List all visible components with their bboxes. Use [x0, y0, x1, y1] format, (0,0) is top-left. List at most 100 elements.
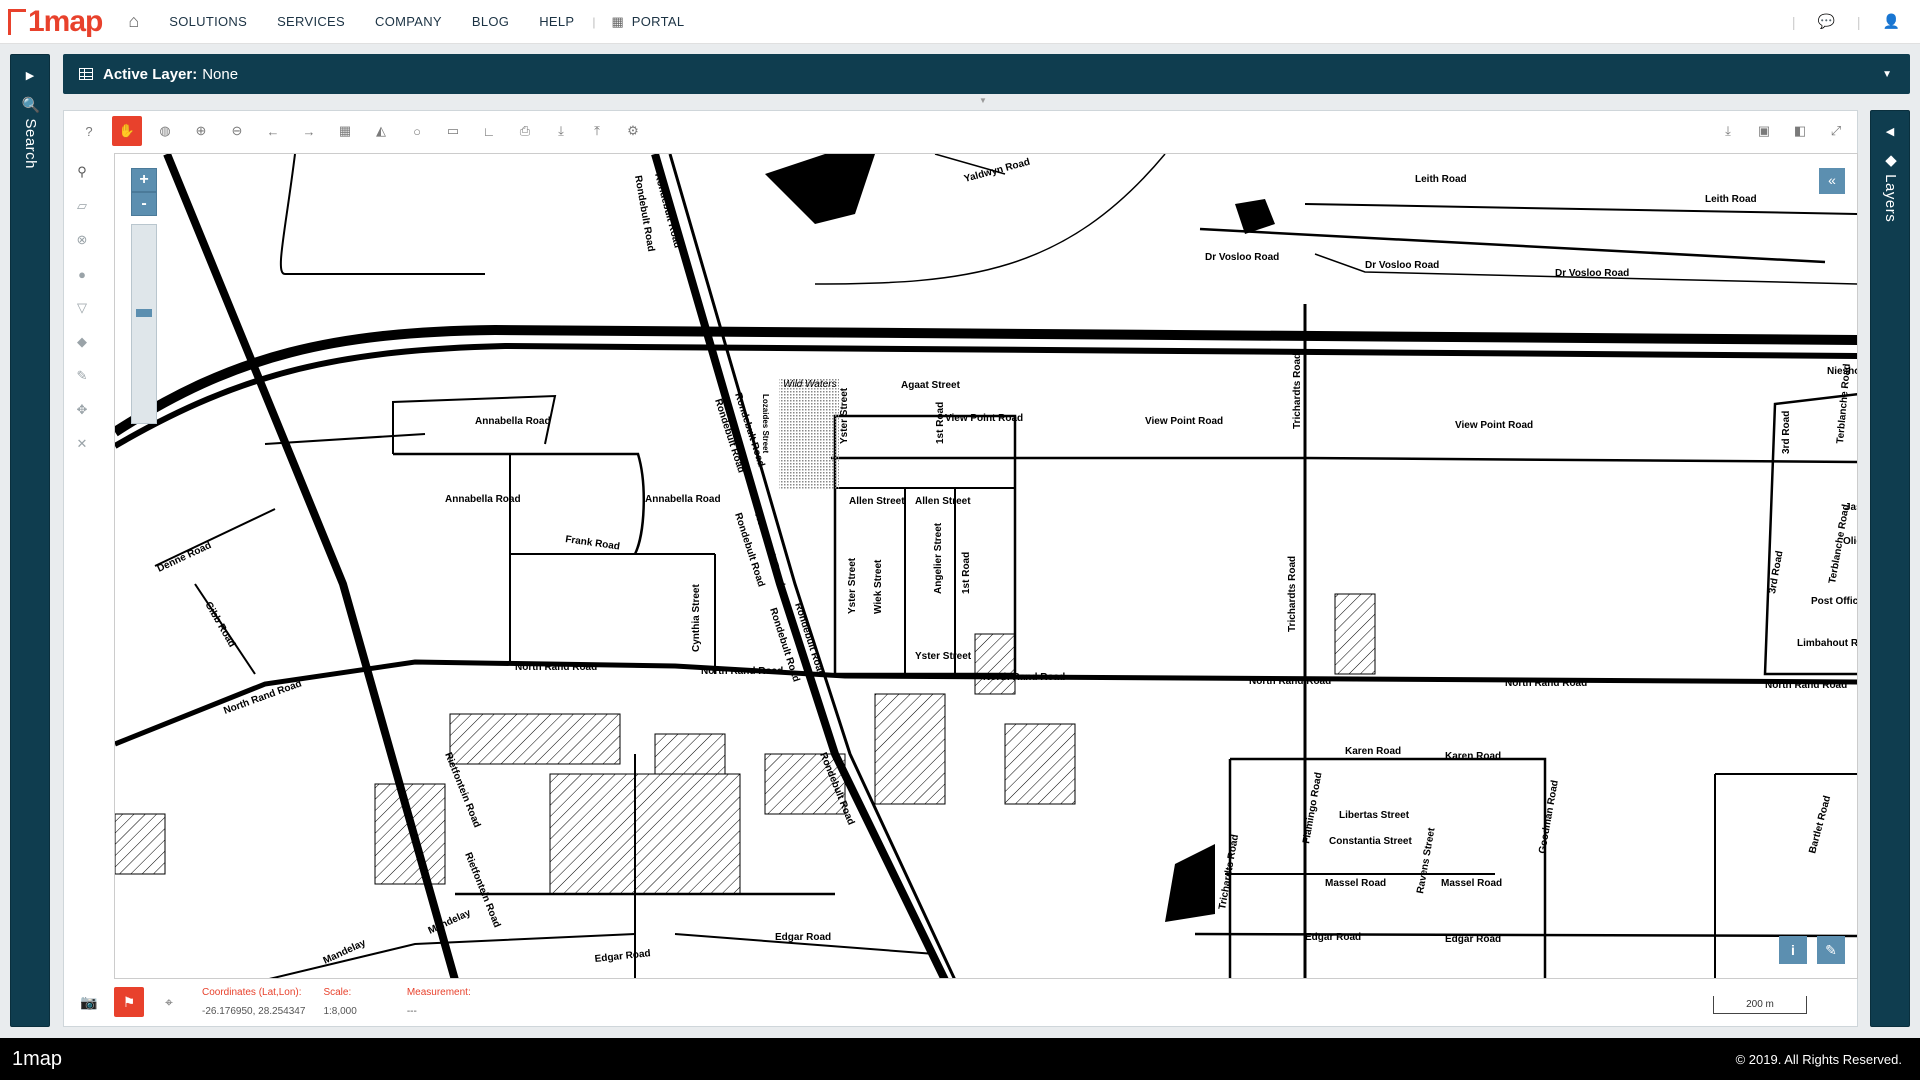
map-label: Annabella Road: [645, 494, 721, 505]
search-panel-toggle[interactable]: ▶ 🔍 Search: [10, 54, 50, 1027]
status-bar: 📷 ⚑ ⌖ Coordinates (Lat,Lon): -26.176950,…: [64, 978, 1857, 1026]
map-label: Annabella Road: [475, 416, 551, 427]
upload-icon[interactable]: ⤒: [584, 118, 610, 144]
active-layer-bar[interactable]: Active Layer: None ▼: [63, 54, 1910, 94]
draw-polygon-icon[interactable]: ▽: [69, 295, 95, 321]
nav-divider-right-2: |: [1856, 13, 1861, 30]
map-label: Allen Street: [849, 496, 905, 507]
map-label: North Rand Road: [701, 666, 783, 677]
map-frame: ? ✋ ◍ ⊕ ⊖ ← → ▦ ◭ ○ ▭ ∟ ⎙ ⤓ ⤒ ⚙ ⤓ ▣ ◧ ⤢ …: [63, 110, 1858, 1027]
layers-panel-label: ◆ Layers: [1882, 151, 1899, 223]
map-label: North Rand Road: [1505, 678, 1587, 689]
nav-help[interactable]: HELP: [539, 14, 574, 29]
settings-icon[interactable]: ⚙: [620, 118, 646, 144]
panel-drag-handle[interactable]: ▼: [979, 96, 987, 105]
zoom-out-icon[interactable]: ⊖: [224, 118, 250, 144]
home-icon[interactable]: ⌂: [128, 11, 139, 32]
active-layer-label: Active Layer:: [103, 65, 198, 83]
measurement-value: ---: [406, 1006, 417, 1017]
nav-solutions[interactable]: SOLUTIONS: [169, 14, 247, 29]
brand-logo[interactable]: 1map: [8, 2, 103, 42]
zoom-slider-thumb[interactable]: [136, 309, 152, 317]
map-label: Trichardts Road: [1287, 556, 1298, 632]
map-label: Wiek Street: [873, 559, 884, 614]
zoom-in-icon[interactable]: ⊕: [188, 118, 214, 144]
zoom-out-button[interactable]: -: [131, 192, 157, 216]
info-button[interactable]: i: [1779, 936, 1807, 964]
pan-hand-icon[interactable]: ✋: [112, 116, 142, 146]
footer-logo[interactable]: 1map: [12, 1048, 62, 1071]
camera-icon[interactable]: 📷: [74, 987, 104, 1017]
search-panel-label: 🔍 Search: [22, 95, 39, 170]
nav-portal[interactable]: PORTAL: [632, 14, 685, 29]
map-icon[interactable]: ▱: [69, 193, 95, 219]
map-label: View Point Road: [1455, 420, 1533, 431]
binoculars-icon[interactable]: ⚲: [69, 159, 95, 185]
move-icon[interactable]: ✥: [69, 397, 95, 423]
map-label: Ravens Street: [1415, 826, 1438, 894]
map-label: Bartlet Road: [1807, 795, 1833, 855]
map-label: Angelier Street: [933, 522, 944, 594]
map-label: Frank Road: [565, 534, 621, 553]
map-label: Jas: [1845, 502, 1858, 513]
zoom-control: + -: [131, 168, 157, 424]
crosshair-icon[interactable]: ⌖: [154, 987, 184, 1017]
nav-company[interactable]: COMPANY: [375, 14, 442, 29]
street-map[interactable]: Rondebult Road Rondebult Road Rondebult …: [115, 154, 1858, 979]
map-label: Massel Road: [1325, 878, 1386, 889]
user-icon[interactable]: 👤: [1883, 13, 1900, 30]
forward-arrow-icon[interactable]: →: [296, 118, 322, 144]
print-icon[interactable]: ⎙: [512, 118, 538, 144]
location-pin-icon[interactable]: ⚑: [114, 987, 144, 1017]
map-label: Yster Street: [915, 651, 972, 662]
footer: 1map © 2019. All Rights Reserved.: [0, 1038, 1920, 1080]
attachment-icon[interactable]: ✎: [1817, 936, 1845, 964]
angle-icon[interactable]: ∟: [476, 118, 502, 144]
chat-icon[interactable]: 💬: [1817, 13, 1834, 30]
download-icon[interactable]: ⤓: [548, 118, 574, 144]
table-icon-tool[interactable]: ▦: [332, 118, 358, 144]
layers-panel-toggle[interactable]: ◀ ◆ Layers: [1870, 110, 1910, 1027]
top-navigation: 1map ⌂ SOLUTIONS SERVICES COMPANY BLOG H…: [0, 0, 1920, 44]
draw-shape-icon[interactable]: ◆: [69, 329, 95, 355]
map-label: Dr Vosloo Road: [1205, 252, 1279, 263]
chevron-down-icon[interactable]: ▼: [1882, 69, 1892, 80]
fullscreen-icon[interactable]: ⤢: [1823, 118, 1849, 144]
zoom-slider[interactable]: [131, 224, 157, 424]
nav-divider: |: [592, 14, 596, 29]
back-arrow-icon[interactable]: ←: [260, 118, 286, 144]
collapse-arrow-icon: ◀: [1885, 126, 1895, 138]
map-label: Dr Vosloo Road: [1555, 268, 1629, 279]
measurement-readout: Measurement: ---: [407, 987, 471, 1017]
drawing-toolbar: ⚲ ▱ ⊗ ● ▽ ◆ ✎ ✥ ✕: [64, 151, 100, 971]
map-label: Dr Vosloo Road: [1365, 260, 1439, 271]
zoom-in-button[interactable]: +: [131, 168, 157, 192]
globe-icon[interactable]: ◍: [152, 118, 178, 144]
map-canvas[interactable]: Rondebult Road Rondebult Road Rondebult …: [114, 153, 1858, 979]
clear-icon[interactable]: ⊗: [69, 227, 95, 253]
map-label: Rondebult Road: [632, 175, 656, 253]
map-label: Leith Road: [1705, 194, 1757, 205]
ruler-icon[interactable]: ▭: [440, 118, 466, 144]
split-view-icon[interactable]: ◧: [1787, 118, 1813, 144]
export-icon[interactable]: ⤓: [1715, 118, 1741, 144]
nav-blog[interactable]: BLOG: [472, 14, 509, 29]
circle-icon[interactable]: ○: [404, 118, 430, 144]
map-label: Allen Street: [915, 496, 971, 507]
collapse-panel-button[interactable]: «: [1819, 168, 1845, 194]
map-label: Wild Waters: [783, 379, 837, 390]
map-label: North Rand Road: [1249, 676, 1331, 687]
map-label: North Rand Road: [983, 672, 1065, 683]
nav-services[interactable]: SERVICES: [277, 14, 345, 29]
delete-icon[interactable]: ✕: [69, 431, 95, 457]
help-icon[interactable]: ?: [76, 118, 102, 144]
draw-circle-icon[interactable]: ●: [69, 261, 95, 287]
coordinates-value: -26.176950, 28.254347: [202, 1006, 306, 1017]
image-icon[interactable]: ▣: [1751, 118, 1777, 144]
map-label: North Rand Road: [515, 662, 597, 673]
table-icon: [79, 68, 93, 80]
map-label: Yster Street: [839, 387, 850, 444]
chart-icon[interactable]: ◭: [368, 118, 394, 144]
pencil-icon[interactable]: ✎: [69, 363, 95, 389]
map-label: Post Office: [1811, 596, 1858, 607]
